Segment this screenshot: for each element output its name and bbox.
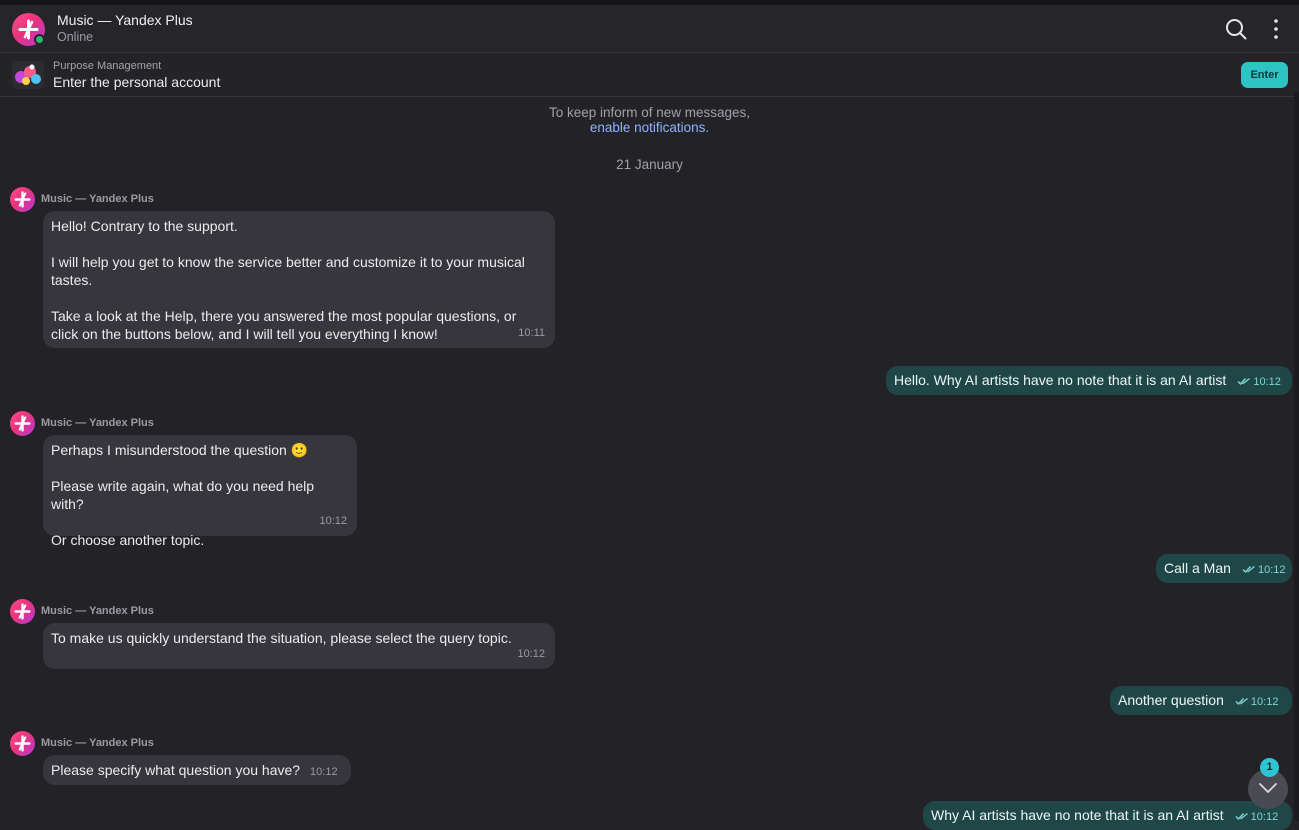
more-vertical-icon [1274, 19, 1278, 39]
outgoing-message[interactable]: Why AI artists have no note that it is a… [923, 801, 1292, 830]
chat-status: Online [57, 30, 94, 44]
sender-name: Music — Yandex Plus [41, 193, 154, 205]
yandex-plus-logo-icon [14, 415, 31, 432]
chat-title[interactable]: Music — Yandex Plus [57, 12, 193, 28]
unread-count-badge: 1 [1260, 758, 1279, 777]
message-time: 10:12 [1250, 696, 1279, 708]
double-check-icon [1242, 565, 1255, 574]
enter-button[interactable]: Enter [1241, 62, 1288, 88]
message-time: 10:12 [1250, 811, 1279, 823]
more-button[interactable] [1264, 17, 1288, 41]
outgoing-message[interactable]: Hello. Why AI artists have no note that … [886, 366, 1292, 395]
sender-avatar[interactable] [10, 411, 35, 436]
outgoing-message[interactable]: Call a Man 10:12 [1156, 554, 1292, 583]
sender-avatar[interactable] [10, 187, 35, 212]
search-button[interactable] [1224, 17, 1248, 41]
search-icon [1226, 19, 1247, 40]
message-text: Hello. Why AI artists have no note that … [894, 372, 1227, 388]
sender-avatar[interactable] [10, 731, 35, 756]
pinned-artwork-icon [15, 64, 41, 85]
yandex-plus-logo-icon [14, 603, 31, 620]
message-time: 10:12 [517, 648, 545, 660]
pinned-thumbnail [12, 61, 44, 89]
chevron-down-icon [1259, 783, 1277, 793]
pinned-message-bar[interactable]: Purpose Management Enter the personal ac… [0, 53, 1299, 97]
incoming-message[interactable]: To make us quickly understand the situat… [43, 623, 555, 669]
incoming-message[interactable]: Perhaps I misunderstood the question 🙂 P… [43, 435, 357, 548]
message-time: 10:12 [1257, 564, 1286, 576]
sender-name: Music — Yandex Plus [41, 605, 154, 617]
online-status-dot [34, 34, 45, 45]
sender-avatar[interactable] [10, 599, 35, 624]
double-check-icon [1235, 812, 1248, 821]
enable-notifications-link[interactable]: enable notifications. [590, 120, 709, 135]
date-separator: 21 January [616, 157, 683, 172]
notice-text: To keep inform of new messages, [548, 105, 751, 120]
message-text: To make us quickly understand the situat… [51, 630, 512, 646]
double-check-icon [1235, 697, 1248, 706]
sender-name: Music — Yandex Plus [41, 737, 154, 749]
yandex-plus-logo-icon [14, 191, 31, 208]
double-check-icon [1237, 377, 1251, 386]
incoming-message[interactable]: Please specify what question you have? 10… [43, 755, 351, 785]
incoming-message[interactable]: Hello! Contrary to the support. I will h… [43, 211, 555, 348]
message-time: 10:12 [1253, 376, 1281, 388]
sender-name: Music — Yandex Plus [41, 417, 154, 429]
message-time: 10:12 [310, 766, 338, 778]
message-text: Perhaps I misunderstood the question 🙂 P… [51, 442, 315, 548]
chat-window: Music — Yandex Plus Online Purpose Manag… [0, 5, 1299, 830]
chat-header: Music — Yandex Plus Online [0, 5, 1299, 53]
message-text: Please specify what question you have? [51, 762, 301, 778]
message-time: 10:12 [319, 515, 347, 527]
yandex-plus-logo-icon [14, 735, 31, 752]
pinned-caption: Purpose Management [53, 60, 162, 72]
scrollbar[interactable] [1294, 92, 1299, 821]
message-text: Hello! Contrary to the support. I will h… [51, 218, 525, 342]
notification-notice: To keep inform of new messages, enable n… [0, 105, 1299, 135]
message-time: 10:11 [518, 327, 545, 339]
message-text: Another question [1118, 692, 1224, 708]
pinned-text: Enter the personal account [53, 74, 221, 90]
message-text: Call a Man [1164, 560, 1231, 576]
outgoing-message[interactable]: Another question 10:12 [1110, 686, 1292, 715]
